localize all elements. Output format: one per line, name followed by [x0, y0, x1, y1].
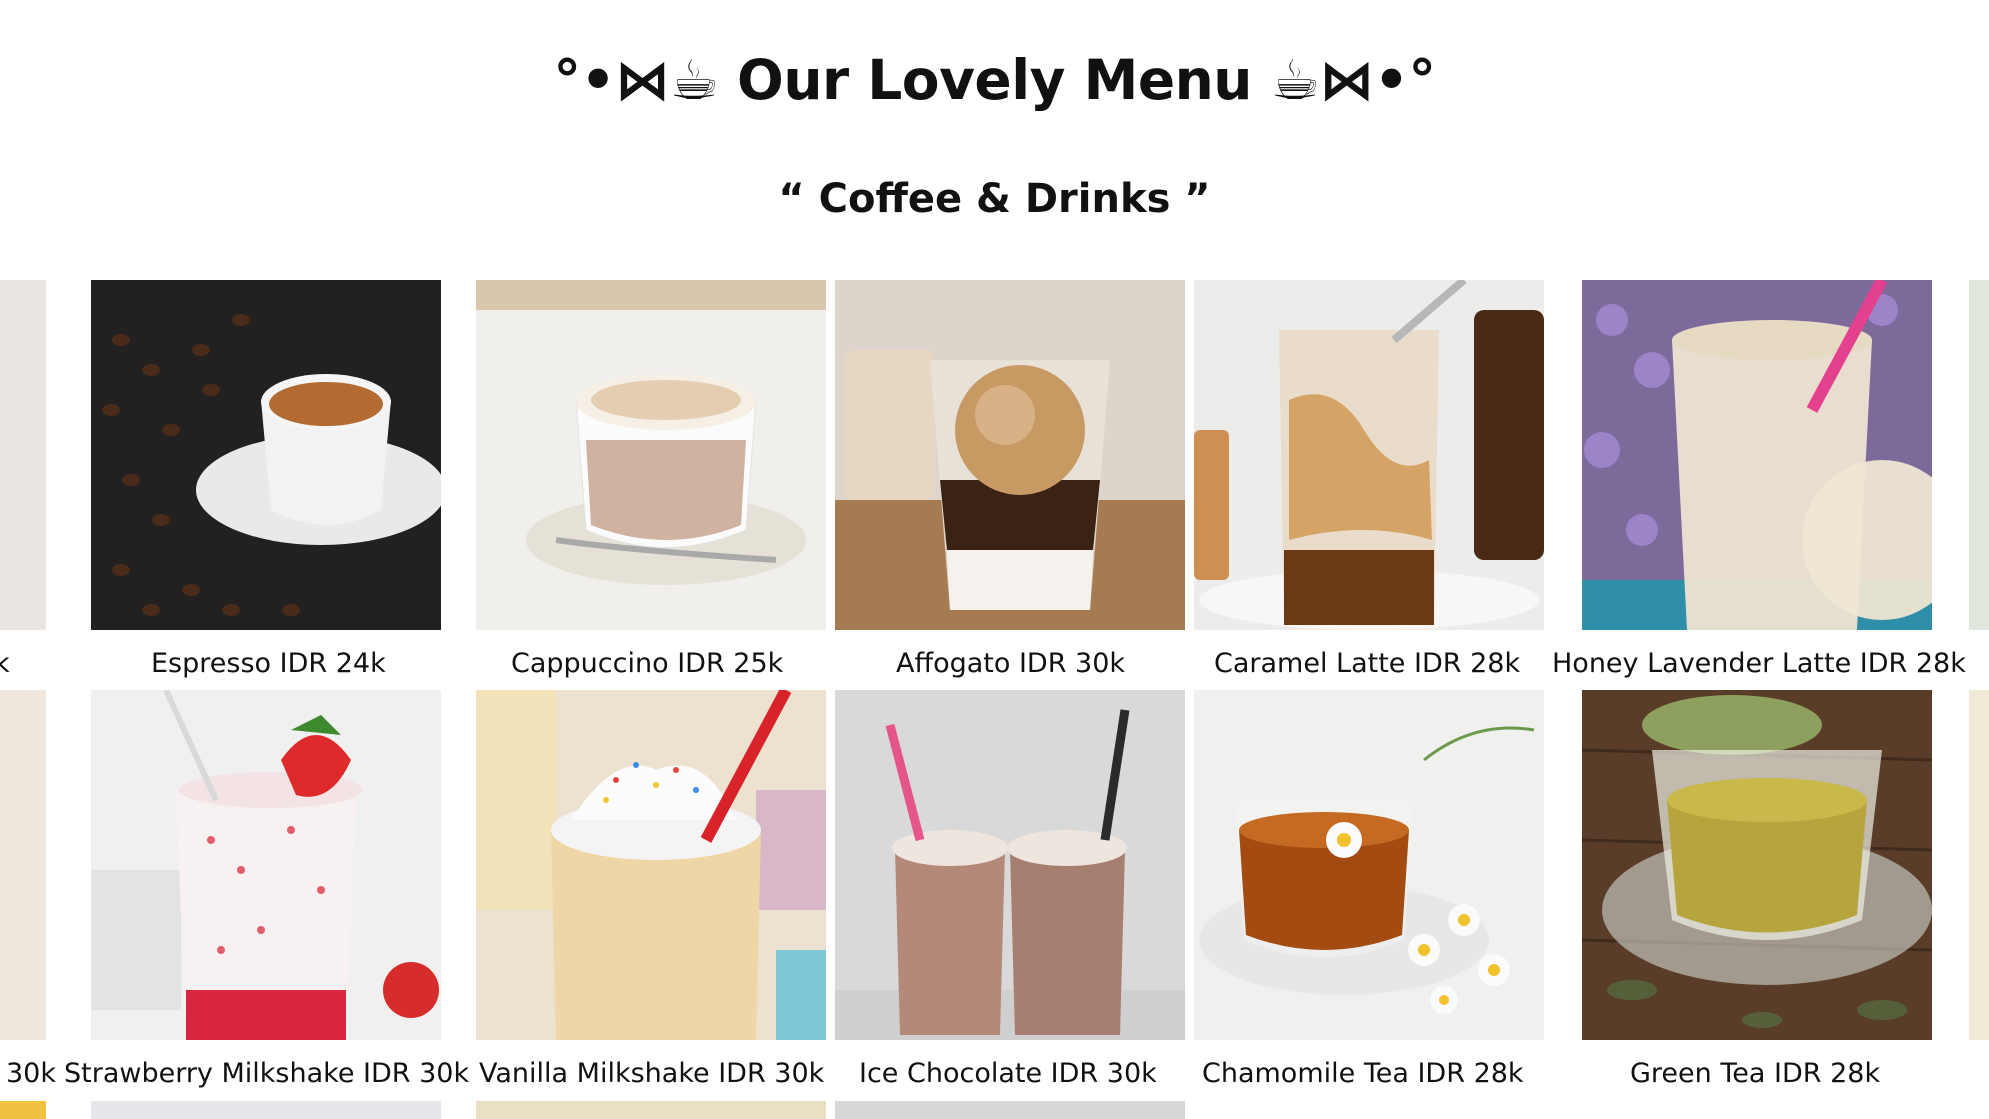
menu-item-label: Affogato IDR 30k: [896, 648, 1126, 679]
caramel-latte-glass-image: [1194, 280, 1544, 630]
espresso-cup-image: [91, 280, 441, 630]
chamomile-tea-image: [1194, 690, 1544, 1040]
partial-card-right-row2[interactable]: [1969, 690, 1989, 1040]
menu-item-label: Caramel Latte IDR 28k: [1214, 648, 1521, 679]
menu-item-caramel-latte[interactable]: [1194, 280, 1544, 630]
menu-item-label: Chamomile Tea IDR 28k: [1202, 1058, 1524, 1089]
cappuccino-cup-image: [476, 280, 826, 630]
vanilla-milkshake-image: [476, 690, 826, 1040]
menu-item-green-tea[interactable]: [1582, 690, 1932, 1040]
menu-item-cappuccino[interactable]: [476, 280, 826, 630]
menu-item-label: Honey Lavender Latte IDR 28k: [1552, 648, 1966, 679]
partial-caption-left-row1: k: [0, 648, 10, 679]
menu-item-affogato[interactable]: [835, 280, 1185, 630]
partial-card-right-row1[interactable]: [1969, 280, 1989, 630]
green-tea-image: [1582, 690, 1932, 1040]
menu-item-ice-chocolate[interactable]: [835, 690, 1185, 1040]
strawberry-milkshake-image: [91, 690, 441, 1040]
menu-item-label: Vanilla Milkshake IDR 30k: [479, 1058, 825, 1089]
partial-card-left-row2[interactable]: [0, 690, 46, 1040]
menu-item-vanilla-milkshake[interactable]: [476, 690, 826, 1040]
menu-item-label: Espresso IDR 24k: [151, 648, 386, 679]
affogato-glass-image: [835, 280, 1185, 630]
section-title-coffee-drinks: “ Coffee & Drinks ”: [778, 176, 1211, 222]
lavender-latte-glass-image: [1582, 280, 1932, 630]
menu-item-honey-lavender-latte[interactable]: [1582, 280, 1932, 630]
partial-card-row3-2[interactable]: [476, 1101, 826, 1119]
menu-item-label: Cappuccino IDR 25k: [511, 648, 784, 679]
menu-item-label: Strawberry Milkshake IDR 30k: [64, 1058, 470, 1089]
menu-item-label: Ice Chocolate IDR 30k: [859, 1058, 1157, 1089]
menu-item-label: Green Tea IDR 28k: [1630, 1058, 1881, 1089]
partial-card-row3-left[interactable]: [0, 1101, 46, 1119]
menu-title: °•⋈☕ Our Lovely Menu ☕⋈•°: [553, 48, 1436, 112]
menu-item-chamomile-tea[interactable]: [1194, 690, 1544, 1040]
ice-chocolate-image: [835, 690, 1185, 1040]
partial-caption-left-row2: 30k: [6, 1058, 56, 1089]
partial-card-row3-1[interactable]: [91, 1101, 441, 1119]
partial-card-row3-3[interactable]: [835, 1101, 1185, 1119]
menu-item-strawberry-milkshake[interactable]: [91, 690, 441, 1040]
menu-item-espresso[interactable]: [91, 280, 441, 630]
partial-card-left-row1[interactable]: [0, 280, 46, 630]
